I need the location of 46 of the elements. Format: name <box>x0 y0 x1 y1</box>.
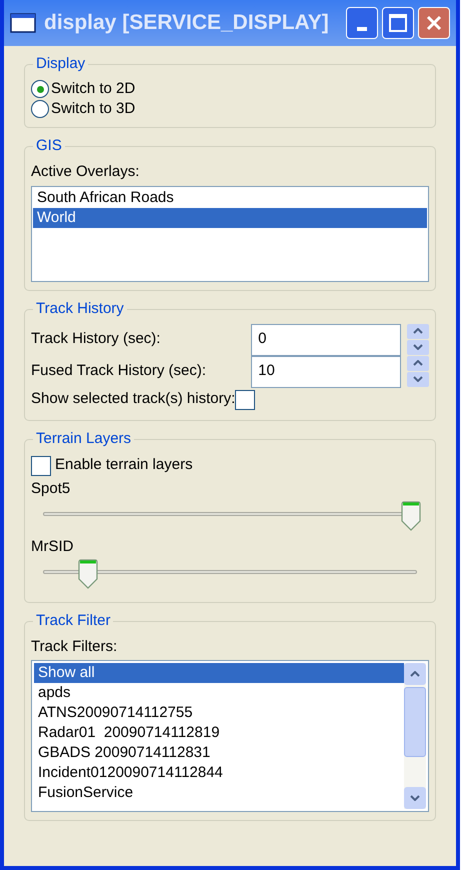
radio-button[interactable] <box>31 80 49 98</box>
group-title: Display <box>33 54 88 74</box>
list-item[interactable]: ATNS20090714112755 <box>34 703 404 723</box>
radio-button[interactable] <box>31 100 49 118</box>
scroll-thumb[interactable] <box>404 687 426 757</box>
window-icon <box>10 13 36 33</box>
field-label: Fused Track History (sec): <box>31 361 208 382</box>
overlay-list[interactable]: South African Roads World <box>31 186 429 282</box>
field-label: Track Filters: <box>31 636 118 656</box>
maximize-icon <box>389 14 407 32</box>
checkbox[interactable] <box>31 456 51 476</box>
number-field[interactable]: 10 <box>251 356 401 388</box>
list-item[interactable]: Incident0120090714112844 <box>34 763 404 783</box>
slider-thumb[interactable] <box>401 500 422 530</box>
slider-label: MrSID <box>31 536 74 556</box>
checkbox-label: Enable terrain layers <box>55 455 193 476</box>
spin-up-button[interactable] <box>407 356 429 370</box>
slider-thumb[interactable] <box>78 558 98 588</box>
list-item[interactable]: World <box>33 208 427 228</box>
maximize-button[interactable] <box>382 7 414 39</box>
close-button[interactable] <box>418 7 450 39</box>
list-item[interactable]: Radar01 20090714112819 <box>34 723 404 743</box>
spin-down-button[interactable] <box>407 372 429 386</box>
list-item[interactable]: Show all <box>34 663 404 683</box>
filter-list[interactable]: Show all apds ATNS20090714112755 Radar01 20090714112819 GBADS 20090714112831 Incident0120090714112844 FusionService <box>31 660 429 812</box>
close-icon <box>425 14 443 32</box>
checkbox[interactable] <box>235 390 256 410</box>
list-item[interactable]: apds <box>34 683 404 703</box>
window-title: display [SERVICE_DISPLAY] <box>44 10 329 36</box>
scroll-up-icon[interactable] <box>404 663 426 685</box>
list-item[interactable]: FusionService <box>34 783 404 803</box>
list-item[interactable]: GBADS 20090714112831 <box>34 743 404 763</box>
minimize-button[interactable] <box>346 7 378 39</box>
checkbox-label: Show selected track(s) history: <box>31 389 236 410</box>
spin-down-button[interactable] <box>407 340 429 354</box>
radio-label: Switch to 3D <box>51 98 136 119</box>
field-label: Active Overlays: <box>31 162 140 182</box>
scroll-down-icon[interactable] <box>404 787 426 809</box>
scrollbar[interactable] <box>404 663 426 809</box>
number-field[interactable]: 0 <box>251 324 401 356</box>
radio-label: Switch to 2D <box>51 78 136 99</box>
spin-up-button[interactable] <box>407 324 429 338</box>
minimize-icon <box>357 27 367 31</box>
slider-label: Spot5 <box>31 478 72 498</box>
field-label: Track History (sec): <box>31 329 162 350</box>
list-item[interactable]: South African Roads <box>33 188 427 208</box>
